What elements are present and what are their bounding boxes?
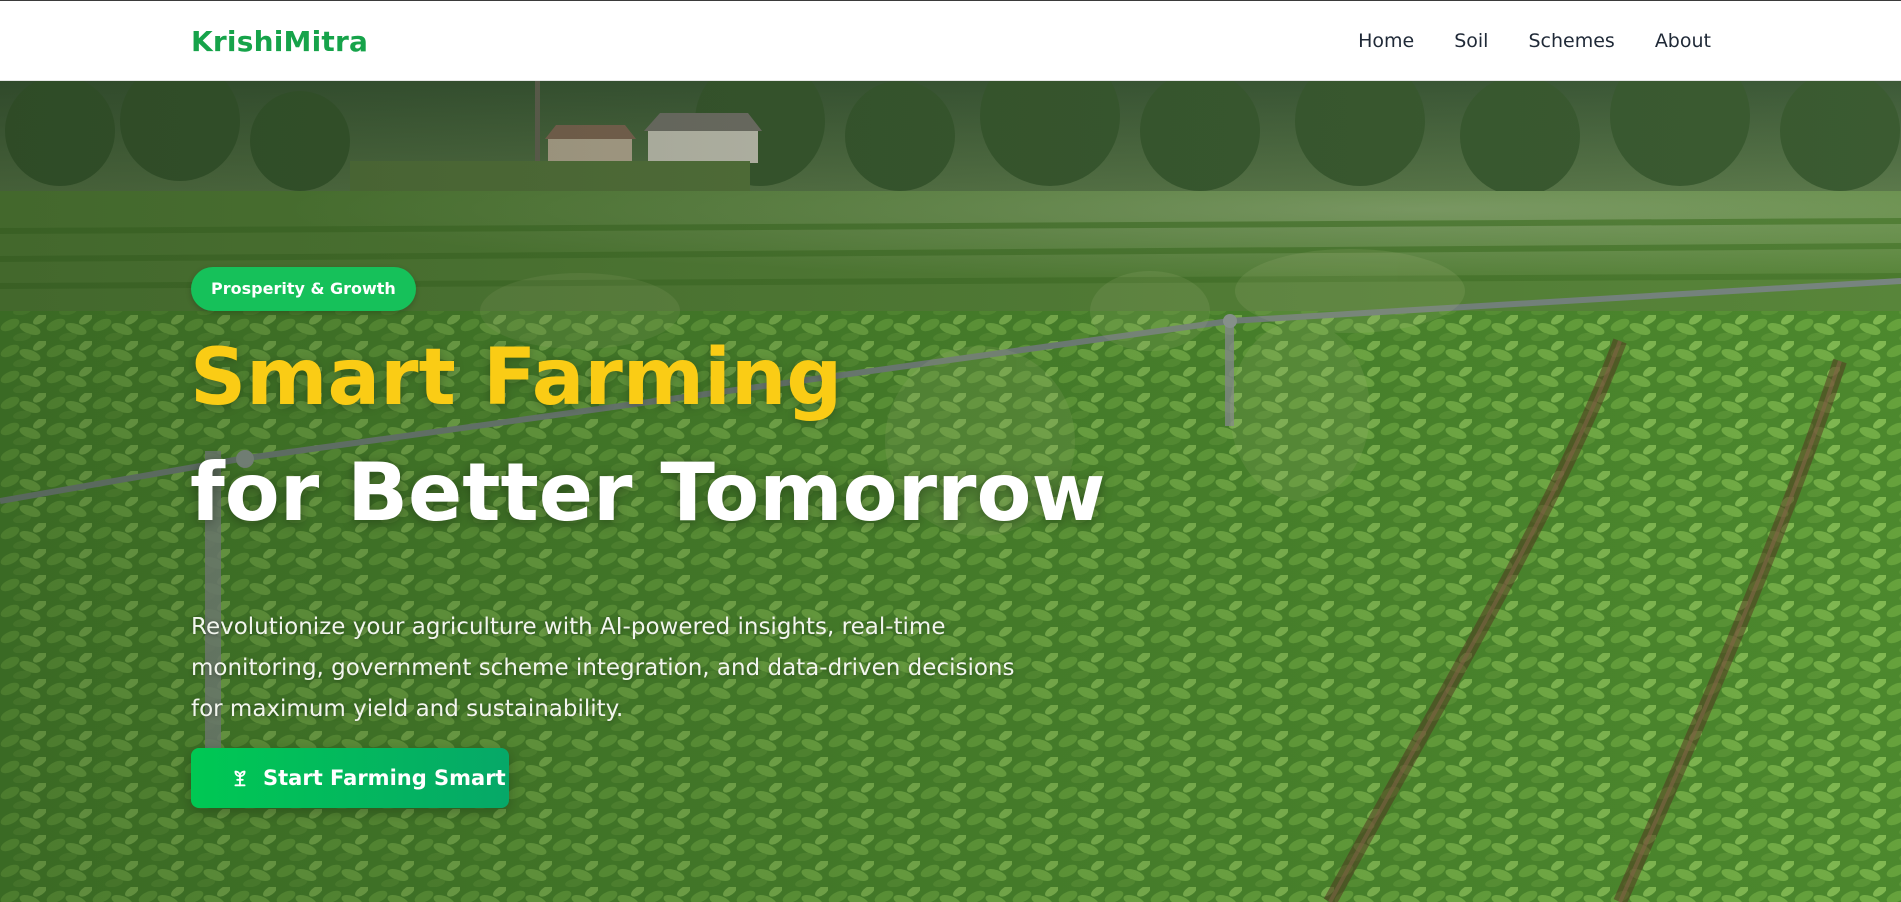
nav-link-home[interactable]: Home (1358, 30, 1414, 52)
hero-description: Revolutionize your agriculture with AI-p… (191, 614, 1015, 722)
start-farming-button[interactable]: Start Farming Smart (191, 748, 509, 808)
brand-logo[interactable]: KrishiMitra (191, 25, 368, 58)
start-farming-label: Start Farming Smart (263, 766, 506, 790)
nav-link-soil[interactable]: Soil (1454, 30, 1488, 52)
hero-section: Prosperity & Growth Smart Farming for Be… (0, 81, 1901, 902)
hero-title: for Better Tomorrow (190, 446, 1106, 539)
nav-link-schemes[interactable]: Schemes (1528, 30, 1614, 52)
sprout-icon (234, 770, 246, 787)
nav-links: Home Soil Schemes About (1358, 30, 1711, 52)
hero-title-accent: Smart Farming (190, 333, 843, 423)
navbar: KrishiMitra Home Soil Schemes About (0, 1, 1901, 81)
hero-badge: Prosperity & Growth (191, 267, 416, 311)
nav-link-about[interactable]: About (1655, 30, 1711, 52)
